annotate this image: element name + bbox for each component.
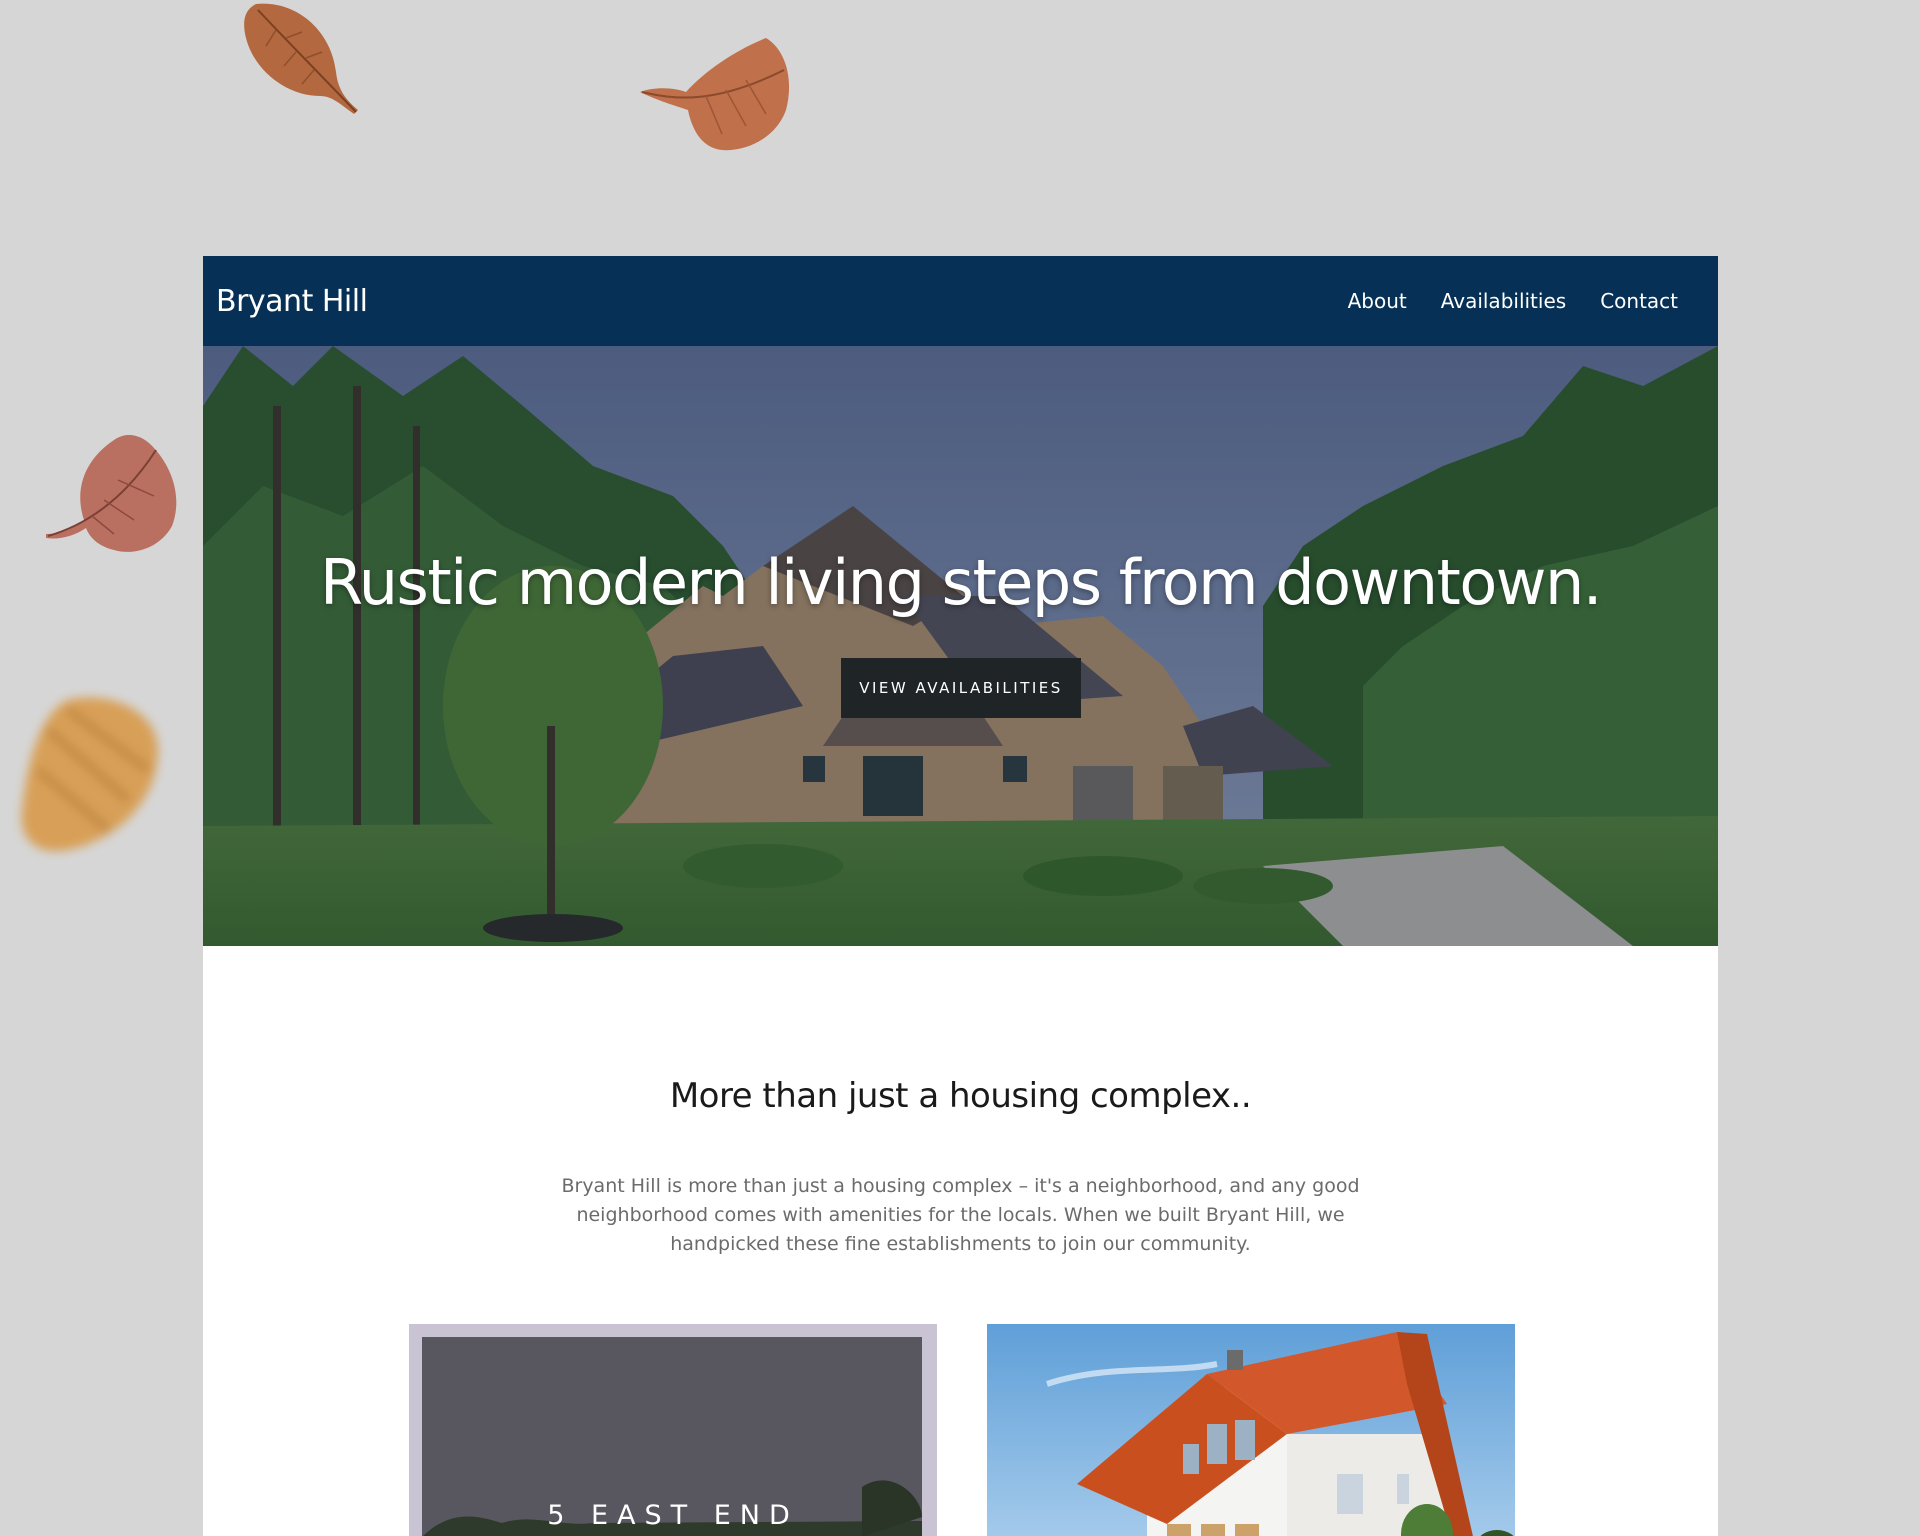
falling-leaf-image [640,38,790,151]
nav-link-about[interactable]: About [1348,289,1407,313]
hero-banner: Rustic modern living steps from downtown… [203,346,1718,946]
hero-headline: Rustic modern living steps from downtown… [319,546,1603,619]
main-navigation: About Availabilities Contact [1348,289,1678,313]
falling-leaf-image [244,3,358,114]
section-heading: More than just a housing complex.. [669,1076,1252,1116]
amenity-card-5-east-end[interactable]: 5 EAST END [409,1324,937,1536]
falling-leaf-image [46,434,177,552]
nav-link-contact[interactable]: Contact [1600,289,1678,313]
brand-logo-link[interactable]: Bryant Hill [216,284,368,319]
top-navbar: Bryant Hill About Availabilities Contact [203,256,1718,346]
amenity-card-house[interactable] [987,1324,1515,1536]
red-roof-house-image [987,1324,1515,1536]
falling-leaf-image [21,697,158,852]
amenity-card-label: 5 EAST END [547,1500,799,1531]
section-description: Bryant Hill is more than just a housing … [561,1175,1360,1255]
nav-link-availabilities[interactable]: Availabilities [1441,289,1566,313]
page-stage: Bryant Hill About Availabilities Contact [0,0,1920,1536]
website-frame: Bryant Hill About Availabilities Contact [203,256,1718,1536]
view-availabilities-button[interactable]: VIEW AVAILABILITIES [841,658,1081,718]
hero-dark-overlay [203,346,1718,946]
